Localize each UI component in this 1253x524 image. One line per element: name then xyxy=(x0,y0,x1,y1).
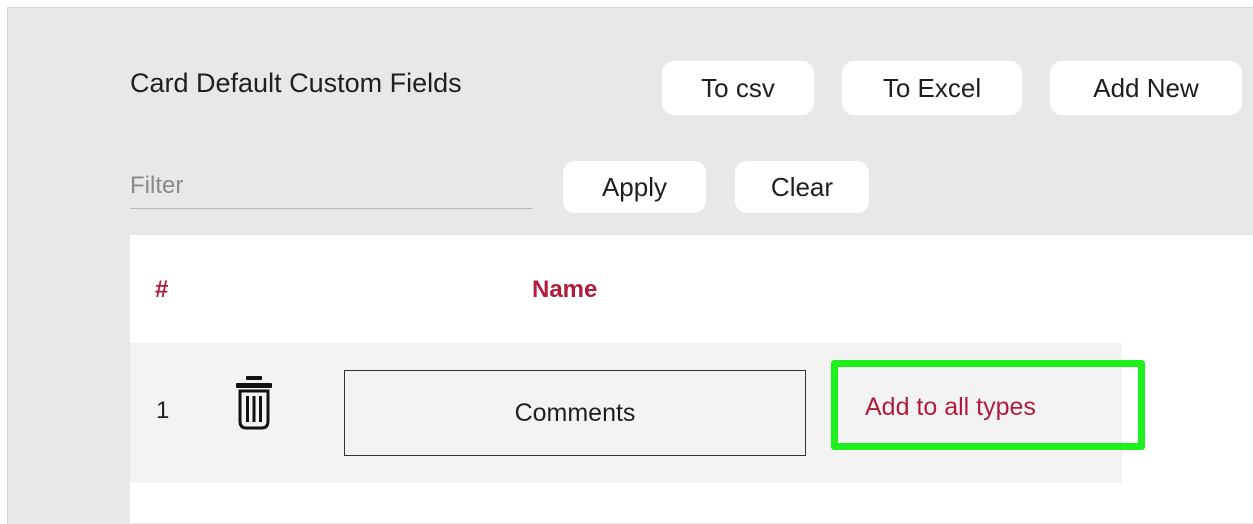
page-title: Card Default Custom Fields xyxy=(130,68,462,98)
column-header-number: # xyxy=(155,276,169,303)
apply-button[interactable]: Apply xyxy=(563,161,706,213)
trash-icon[interactable] xyxy=(234,375,274,431)
table-row: 1 Comments Add to all types xyxy=(130,343,1145,483)
row-number: 1 xyxy=(156,397,170,424)
to-csv-button[interactable]: To csv xyxy=(662,61,814,115)
column-header-name: Name xyxy=(532,276,598,303)
add-new-button[interactable]: Add New xyxy=(1050,61,1242,115)
filter-input[interactable] xyxy=(130,164,532,209)
to-excel-button[interactable]: To Excel xyxy=(842,61,1022,115)
custom-fields-table: # Name 1 Comments Add to all types xyxy=(130,235,1253,523)
add-to-all-types-link[interactable]: Add to all types xyxy=(865,393,1036,422)
clear-button[interactable]: Clear xyxy=(735,161,869,213)
name-field[interactable]: Comments xyxy=(344,370,806,456)
